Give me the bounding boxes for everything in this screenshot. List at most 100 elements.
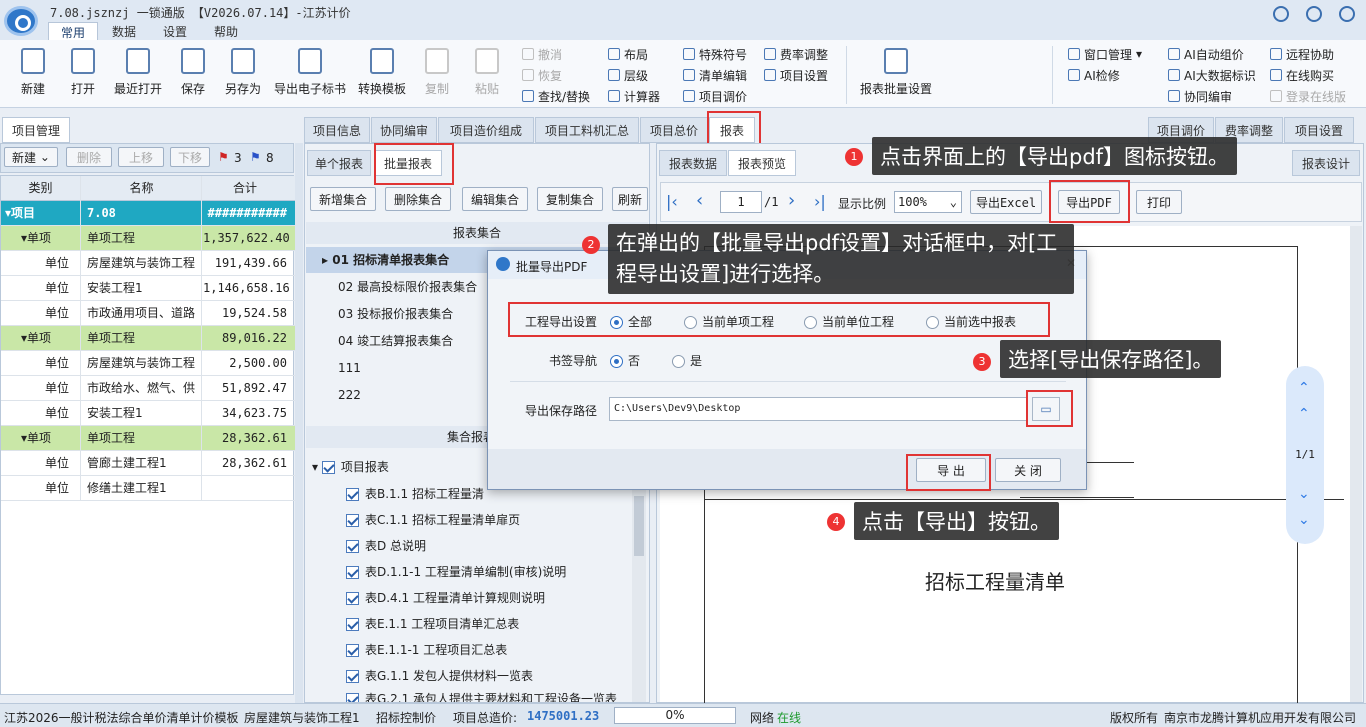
- report-checkbox[interactable]: [346, 670, 359, 683]
- export-excel-button[interactable]: 导出Excel: [970, 190, 1042, 214]
- report-item[interactable]: 表D.1.1-1 工程量清单编制(审核)说明: [346, 563, 630, 580]
- bookmark-no[interactable]: 否: [610, 352, 640, 369]
- page-input[interactable]: 1: [720, 191, 762, 213]
- remote-assist-button[interactable]: 远程协助: [1270, 44, 1334, 64]
- report-checkbox[interactable]: [346, 693, 359, 702]
- copy-collection-button[interactable]: 复制集合: [537, 187, 603, 211]
- report-item[interactable]: 表D.4.1 工程量清单计算规则说明: [346, 589, 630, 606]
- report-checkbox[interactable]: [346, 488, 359, 501]
- find-replace-button[interactable]: 查找/替换: [522, 86, 590, 106]
- tree-row-project[interactable]: ▾项目 7.08 ###########: [1, 201, 295, 226]
- checkbox-root[interactable]: [321, 461, 335, 474]
- edit-collection-button[interactable]: 编辑集合: [462, 187, 528, 211]
- export-bid-button[interactable]: 导出电子标书: [270, 44, 350, 106]
- tree-row-unit[interactable]: 单位 修缮土建工程1: [1, 476, 295, 501]
- report-item[interactable]: 表C.1.1 招标工程量清单扉页: [346, 511, 630, 528]
- undo-button[interactable]: 撤消: [522, 44, 562, 64]
- app-logo-icon[interactable]: [4, 6, 38, 36]
- tab-collab-review[interactable]: 协同编审: [371, 117, 437, 143]
- red-flag-icon[interactable]: ⚑: [218, 150, 229, 164]
- calculator-button[interactable]: 计算器: [608, 86, 660, 106]
- open-button[interactable]: 打开: [60, 44, 106, 106]
- first-page-icon[interactable]: |‹: [666, 192, 678, 211]
- report-batch-settings-button[interactable]: 报表批量设置: [856, 44, 936, 106]
- tree-row-item[interactable]: ▾单项 单项工程 89,016.22: [1, 326, 295, 351]
- down-arrow-icon[interactable]: ⌄: [1298, 486, 1310, 502]
- online-buy-button[interactable]: 在线购买: [1270, 65, 1334, 85]
- tree-row-unit[interactable]: 单位 安装工程1 1,146,658.16: [1, 276, 295, 301]
- move-up-button[interactable]: 上移: [118, 147, 164, 167]
- menu-tab-settings[interactable]: 设置: [151, 22, 199, 40]
- ai-auto-price-button[interactable]: AI自动组价: [1168, 44, 1244, 64]
- tree-row-unit[interactable]: 单位 管廊土建工程1 28,362.61: [1, 451, 295, 476]
- convert-template-button[interactable]: 转换模板: [354, 44, 410, 106]
- close-button[interactable]: 关 闭: [995, 458, 1061, 482]
- menu-tab-data[interactable]: 数据: [100, 22, 148, 40]
- tab-project-total[interactable]: 项目总价: [640, 117, 708, 143]
- prev-page-icon[interactable]: ‹: [696, 190, 703, 211]
- project-price-adjust-button[interactable]: 项目调价: [683, 86, 747, 106]
- menu-tab-common[interactable]: 常用: [48, 22, 99, 40]
- report-checkbox[interactable]: [346, 592, 359, 605]
- report-item[interactable]: 表E.1.1-1 工程项目汇总表: [346, 641, 630, 658]
- report-checkbox[interactable]: [346, 644, 359, 657]
- radio-bookmark-yes[interactable]: [672, 355, 685, 368]
- list-edit-button[interactable]: 清单编辑: [683, 65, 747, 85]
- blue-flag-icon[interactable]: ⚑: [250, 150, 261, 164]
- add-collection-button[interactable]: 新增集合: [310, 187, 376, 211]
- tab-project-setup[interactable]: 项目设置: [1284, 117, 1354, 143]
- restore-icon[interactable]: [1306, 6, 1322, 22]
- splitter-handle[interactable]: [295, 143, 303, 703]
- tab-cost-composition[interactable]: 项目造价组成: [438, 117, 534, 143]
- last-page-icon[interactable]: ›|: [814, 192, 826, 211]
- save-path-input[interactable]: C:\Users\Dev9\Desktop: [609, 397, 1027, 421]
- new-button[interactable]: 新建: [10, 44, 56, 106]
- minimize-icon[interactable]: [1273, 6, 1289, 22]
- login-online-button[interactable]: 登录在线版: [1270, 86, 1346, 106]
- recent-open-button[interactable]: 最近打开: [110, 44, 166, 106]
- tree-row-unit[interactable]: 单位 市政通用项目、道路 19,524.58: [1, 301, 295, 326]
- tab-report-preview[interactable]: 报表预览: [728, 150, 796, 176]
- tab-report-data[interactable]: 报表数据: [659, 150, 727, 176]
- tree-row-unit[interactable]: 单位 市政给水、燃气、供 51,892.47: [1, 376, 295, 401]
- tab-report-design[interactable]: 报表设计: [1292, 150, 1360, 176]
- tree-row-unit[interactable]: 单位 房屋建筑与装饰工程 191,439.66: [1, 251, 295, 276]
- move-down-button[interactable]: 下移: [170, 147, 210, 167]
- zoom-select[interactable]: 100% ⌄: [894, 191, 962, 213]
- ai-bigdata-button[interactable]: AI大数据标识: [1168, 65, 1256, 85]
- copy-button[interactable]: 复制: [414, 44, 460, 106]
- layout-button[interactable]: 布局: [608, 44, 648, 64]
- report-item[interactable]: 表E.1.1 工程项目清单汇总表: [346, 615, 630, 632]
- delete-collection-button[interactable]: 删除集合: [385, 187, 451, 211]
- print-button[interactable]: 打印: [1136, 190, 1182, 214]
- level-button[interactable]: 层级: [608, 65, 648, 85]
- next-page-icon[interactable]: ›: [788, 190, 795, 211]
- tab-project-info[interactable]: 项目信息: [304, 117, 370, 143]
- window-manage-button[interactable]: 窗口管理 ▾: [1068, 44, 1142, 64]
- tree-row-item[interactable]: ▾单项 单项工程 28,362.61: [1, 426, 295, 451]
- report-checkbox[interactable]: [346, 514, 359, 527]
- delete-button[interactable]: 删除: [66, 147, 112, 167]
- save-as-button[interactable]: 另存为: [220, 44, 266, 106]
- tree-row-unit[interactable]: 单位 房屋建筑与装饰工程 2,500.00: [1, 351, 295, 376]
- tab-labor-material-summary[interactable]: 项目工料机汇总: [535, 117, 639, 143]
- report-checkbox[interactable]: [346, 566, 359, 579]
- up-arrow-icon[interactable]: ⌃: [1298, 406, 1310, 422]
- report-item[interactable]: 表D 总说明: [346, 537, 630, 554]
- report-checkbox[interactable]: [346, 618, 359, 631]
- tree-row-item[interactable]: ▾单项 单项工程 1,357,622.40: [1, 226, 295, 251]
- preview-scrollbar[interactable]: [1350, 226, 1362, 702]
- report-item[interactable]: 表G.2.1 承包人提供主要材料和工程设备一览表: [346, 690, 630, 702]
- rate-adjust-button[interactable]: 费率调整: [764, 44, 828, 64]
- refresh-button[interactable]: 刷新: [612, 187, 648, 211]
- report-checkbox[interactable]: [346, 540, 359, 553]
- menu-tab-help[interactable]: 帮助: [202, 22, 250, 40]
- tree-row-unit[interactable]: 单位 安装工程1 34,623.75: [1, 401, 295, 426]
- paste-button[interactable]: 粘贴: [464, 44, 510, 106]
- report-item[interactable]: 表G.1.1 发包人提供材料一览表: [346, 667, 630, 684]
- close-icon[interactable]: [1339, 6, 1355, 22]
- radio-bookmark-no[interactable]: [610, 355, 623, 368]
- project-settings-button[interactable]: 项目设置: [764, 65, 828, 85]
- save-button[interactable]: 保存: [170, 44, 216, 106]
- tab-project-manage[interactable]: 项目管理: [2, 117, 70, 143]
